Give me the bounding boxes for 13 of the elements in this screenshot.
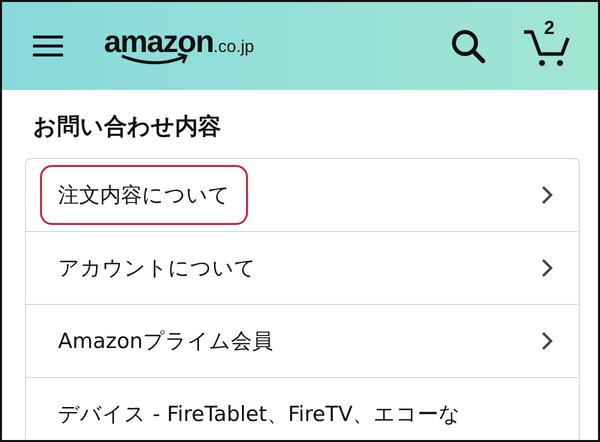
item-label: アカウントについて — [57, 255, 257, 282]
search-icon[interactable] — [450, 28, 486, 64]
menu-icon[interactable] — [32, 34, 64, 58]
cart-count: 2 — [544, 18, 555, 40]
list-item[interactable]: 注文内容について — [26, 159, 579, 232]
logo[interactable]: amazon.co.jp — [104, 26, 254, 66]
list-item[interactable]: デバイス - FireTablet、FireTV、エコーな — [26, 378, 579, 440]
item-label: デバイス - FireTablet、FireTV、エコーな — [57, 401, 462, 428]
item-label: Amazonプライム会員 — [57, 328, 274, 355]
highlighted-label: 注文内容について — [40, 165, 248, 225]
list-item[interactable]: Amazonプライム会員 — [26, 305, 579, 378]
section-title: お問い合わせ内容 — [32, 113, 222, 142]
list-item[interactable]: アカウントについて — [26, 232, 579, 305]
